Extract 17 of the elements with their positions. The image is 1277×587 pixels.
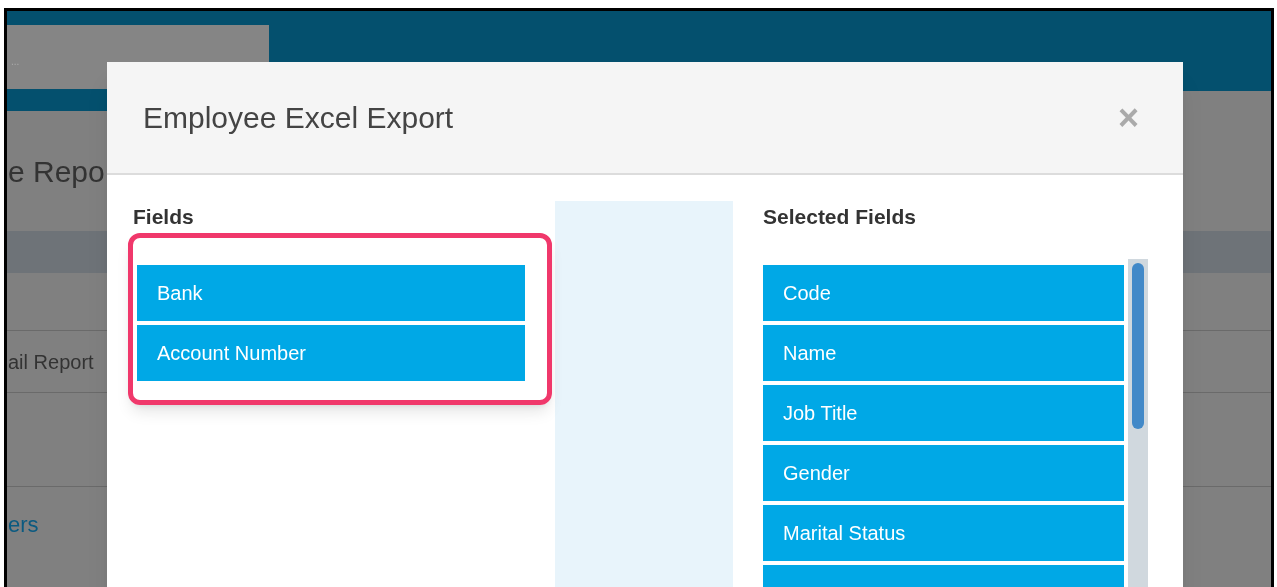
- link[interactable]: ers: [8, 507, 39, 541]
- search-placeholder: ...: [11, 55, 20, 69]
- page-title: e Repo: [8, 153, 105, 190]
- dialog-title: Employee Excel Export: [143, 100, 454, 136]
- field-item[interactable]: Code: [763, 265, 1124, 321]
- scrollbar-thumb[interactable]: [1132, 263, 1144, 429]
- close-button[interactable]: ×: [1117, 99, 1139, 136]
- field-item[interactable]: Account Number: [137, 325, 525, 381]
- report-name: ail Report: [8, 349, 94, 375]
- fields-label: Fields: [133, 204, 195, 230]
- field-item[interactable]: Name: [763, 325, 1124, 381]
- field-item[interactable]: Job Title: [763, 385, 1124, 441]
- field-item[interactable]: Marital Status: [763, 505, 1124, 561]
- field-item[interactable]: Gender: [763, 445, 1124, 501]
- scrollbar[interactable]: [1128, 259, 1148, 587]
- selected-fields-label: Selected Fields: [763, 204, 917, 230]
- field-item[interactable]: Bank: [137, 265, 525, 321]
